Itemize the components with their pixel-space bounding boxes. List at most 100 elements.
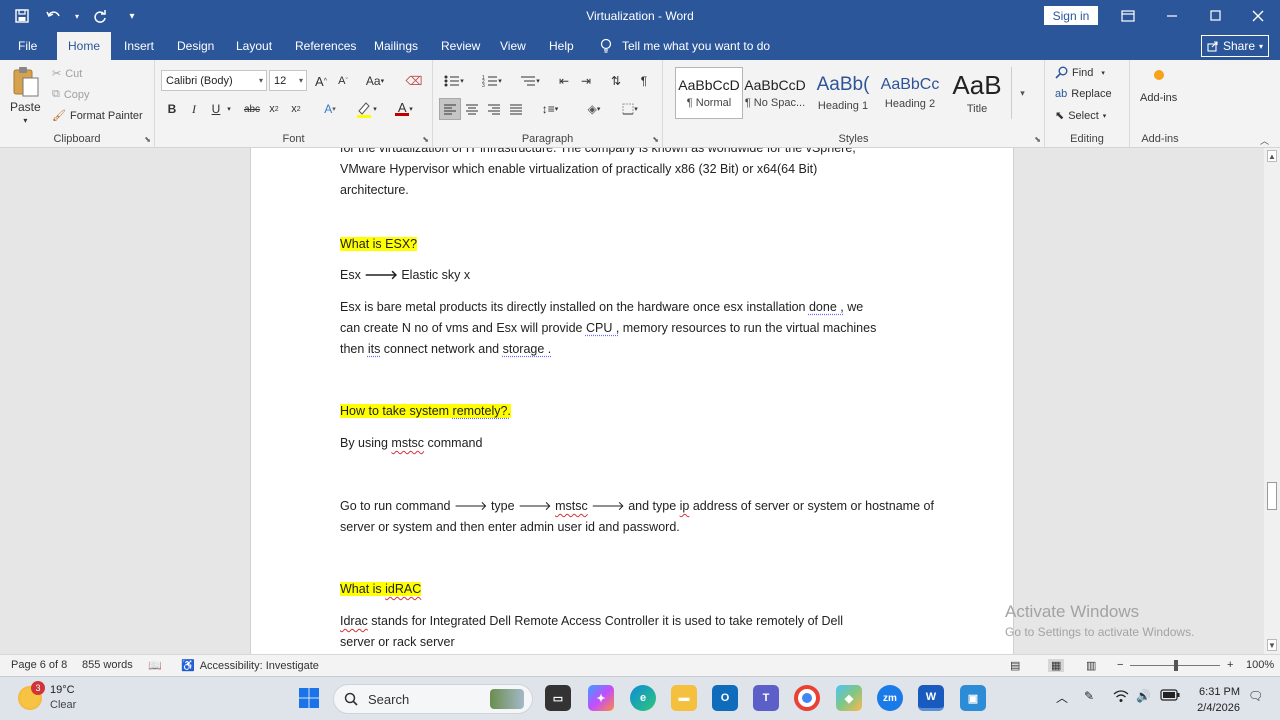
subscript-button[interactable]: x2 [263, 98, 285, 120]
tab-references[interactable]: References [285, 32, 366, 60]
tab-layout[interactable]: Layout [226, 32, 282, 60]
shrink-font-button[interactable]: Aˇ [332, 70, 354, 92]
style-heading-2[interactable]: AaBbCc Heading 2 [876, 67, 944, 119]
multilevel-list-button[interactable]: ▾ [515, 70, 545, 92]
find-button[interactable]: Find ▾ [1055, 66, 1105, 79]
justify-button[interactable] [505, 98, 527, 120]
ribbon-display-options-icon[interactable] [1106, 0, 1150, 32]
redo-icon[interactable] [86, 2, 114, 30]
volume-icon[interactable]: 🔊 [1136, 689, 1151, 703]
sort-icon[interactable]: ⇅ [605, 70, 627, 92]
format-painter-button[interactable]: 🖌 Format Painter [52, 109, 143, 123]
undo-icon[interactable] [40, 2, 68, 30]
grow-font-button[interactable]: A ^ [310, 70, 332, 92]
styles-more-icon[interactable]: ▾ [1011, 67, 1033, 119]
pen-icon[interactable]: ✎ [1084, 689, 1094, 703]
weather-widget[interactable]: 3 19°C Clear [18, 681, 76, 713]
font-size-combo[interactable]: 12 ▾ [269, 70, 307, 91]
font-name-combo[interactable]: Calibri (Body) ▾ [161, 70, 267, 91]
share-button[interactable]: Share ▾ [1201, 35, 1269, 57]
bullets-button[interactable]: ▾ [439, 70, 469, 92]
align-center-button[interactable] [461, 98, 483, 120]
increase-indent-icon[interactable]: ⇥ [575, 70, 597, 92]
cut-button[interactable]: ✂ Cut [52, 67, 82, 81]
strikethrough-button[interactable]: abc [241, 98, 263, 120]
zoom-out-icon[interactable]: − [1117, 659, 1123, 671]
tell-me-box[interactable]: Tell me what you want to do [600, 32, 770, 60]
align-right-button[interactable] [483, 98, 505, 120]
clipboard-launcher-icon[interactable]: ⬊ [144, 135, 151, 144]
superscript-button[interactable]: x2 [285, 98, 307, 120]
bold-button[interactable]: B [161, 98, 183, 120]
align-left-button[interactable] [439, 98, 461, 120]
collapse-ribbon-icon[interactable]: ︿ [1260, 134, 1269, 147]
paragraph-launcher-icon[interactable]: ⬊ [652, 135, 659, 144]
tab-home[interactable]: Home [57, 32, 111, 60]
page-count[interactable]: Page 6 of 8 [11, 659, 67, 671]
italic-button[interactable]: I [183, 98, 205, 120]
tab-insert[interactable]: Insert [114, 32, 164, 60]
scroll-up-icon[interactable]: ▲ [1267, 150, 1277, 162]
remote-desktop-icon[interactable]: ▣ [960, 685, 986, 711]
style-heading-1[interactable]: AaBb( Heading 1 [809, 67, 877, 119]
accessibility-status[interactable]: ♿ Accessibility: Investigate [181, 659, 319, 673]
clear-formatting-icon[interactable]: ⌫ [403, 70, 425, 92]
scrollbar-thumb[interactable] [1267, 482, 1277, 510]
file-explorer-icon[interactable]: ▬ [671, 685, 697, 711]
vertical-scrollbar[interactable]: ▲ ▼ [1264, 148, 1280, 654]
font-launcher-icon[interactable]: ⬊ [422, 135, 429, 144]
highlight-color-button[interactable]: ▾ [351, 98, 381, 120]
tray-overflow-icon[interactable]: ︿ [1056, 689, 1068, 706]
numbering-button[interactable]: 1 2 3 ▾ [477, 70, 507, 92]
undo-dropdown-icon[interactable]: ▾ [72, 2, 82, 30]
text-effects-button[interactable]: A ▾ [315, 98, 345, 120]
zoom-slider-thumb[interactable] [1174, 660, 1178, 671]
taskbar-search[interactable]: Search [333, 684, 533, 714]
style-normal[interactable]: AaBbCcD ¶ Normal [675, 67, 743, 119]
select-button[interactable]: ⬉ Select ▾ [1055, 109, 1106, 123]
system-clock[interactable]: 6:31 PM 2/4/2026 [1190, 684, 1240, 716]
edge-icon[interactable]: e [630, 685, 656, 711]
change-case-button[interactable]: Aa ▾ [360, 70, 390, 92]
replace-button[interactable]: ab Replace [1055, 88, 1112, 100]
paste-button[interactable]: Paste ▾ [10, 66, 41, 125]
zoom-app-icon[interactable]: zm [877, 685, 903, 711]
scroll-down-icon[interactable]: ▼ [1267, 639, 1277, 651]
tab-mailings[interactable]: Mailings [364, 32, 428, 60]
customize-icon[interactable]: ▾ [118, 2, 146, 30]
decrease-indent-icon[interactable]: ⇤ [553, 70, 575, 92]
styles-launcher-icon[interactable]: ⬊ [1034, 135, 1041, 144]
zoom-level[interactable]: 100% [1246, 659, 1274, 671]
document-page[interactable]: for the virtualization of IT infrastruct… [250, 148, 1014, 654]
web-layout-icon[interactable]: ▥ [1086, 659, 1096, 672]
font-color-button[interactable]: A ▾ [389, 98, 419, 120]
sign-in-button[interactable]: Sign in [1044, 6, 1098, 25]
outlook-icon[interactable]: O [712, 685, 738, 711]
word-app-icon[interactable]: W [918, 685, 944, 711]
task-view-icon[interactable]: ▭ [545, 685, 571, 711]
show-formatting-marks-icon[interactable]: ¶ [633, 70, 655, 92]
read-mode-icon[interactable]: ▤ [1010, 659, 1020, 672]
proofing-icon[interactable]: 📖 [148, 659, 162, 672]
line-spacing-button[interactable]: ↕≡ ▾ [535, 98, 565, 120]
tab-file[interactable]: File [8, 32, 47, 60]
chrome-icon[interactable] [794, 685, 820, 711]
borders-button[interactable]: ▾ [615, 98, 645, 120]
save-icon[interactable] [8, 2, 36, 30]
teams-icon[interactable]: T [753, 685, 779, 711]
word-count[interactable]: 855 words [82, 659, 133, 671]
minimize-icon[interactable] [1150, 0, 1194, 32]
copy-button[interactable]: ⧉ Copy [52, 88, 90, 101]
maximize-icon[interactable] [1193, 0, 1237, 32]
print-layout-icon[interactable]: ▦ [1048, 659, 1065, 672]
battery-icon[interactable] [1160, 689, 1180, 704]
zoom-in-icon[interactable]: + [1227, 659, 1233, 671]
notifications-icon[interactable]: 🗨 [1248, 689, 1263, 703]
underline-dropdown-icon[interactable]: ▾ [223, 98, 235, 120]
shading-button[interactable]: ◈ ▾ [579, 98, 609, 120]
wifi-icon[interactable] [1113, 689, 1129, 706]
style-title[interactable]: AaB Title [943, 67, 1011, 119]
style-no-spacing[interactable]: AaBbCcD ¶ No Spac... [741, 67, 809, 119]
addins-button[interactable]: Add-ins [1140, 70, 1177, 104]
windows-start-icon[interactable] [296, 685, 322, 711]
